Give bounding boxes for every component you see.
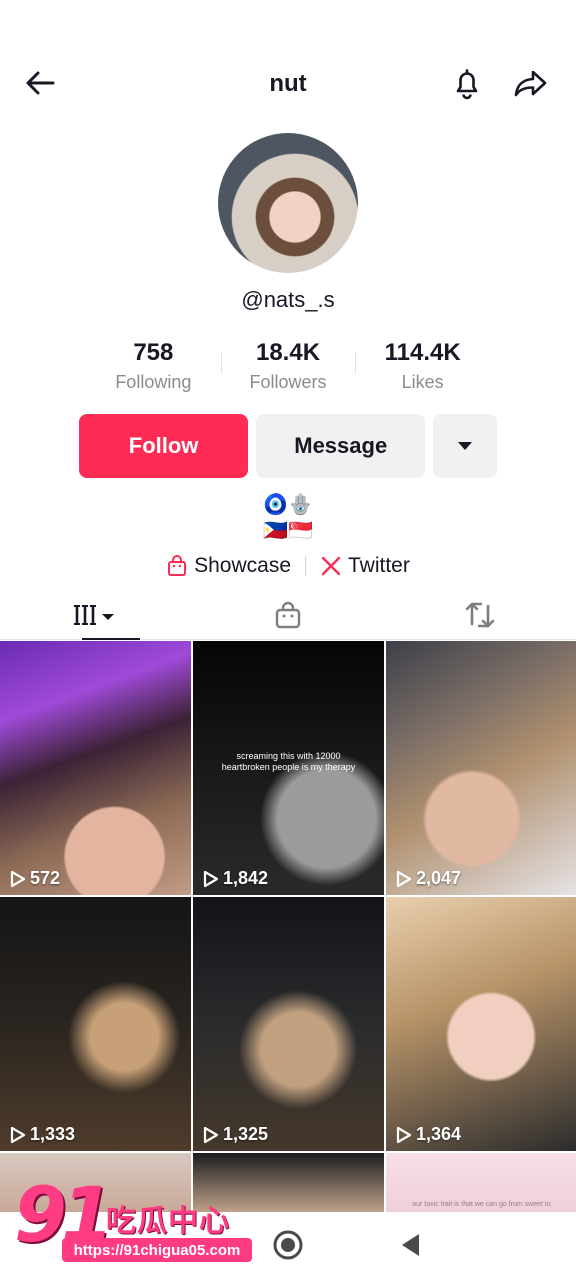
x-twitter-icon: [321, 556, 341, 576]
video-thumbnail[interactable]: 572: [0, 641, 191, 895]
message-button[interactable]: Message: [256, 414, 426, 478]
share-icon[interactable]: [509, 61, 553, 105]
stat-label: Following: [115, 372, 192, 392]
view-count-value: 572: [30, 868, 61, 888]
video-thumbnail[interactable]: 1,325: [193, 897, 384, 1151]
view-count: 2,047: [396, 868, 461, 889]
play-icon: [203, 870, 219, 887]
view-count-value: 1,842: [223, 868, 269, 888]
view-count-value: 1,333: [30, 1124, 76, 1144]
view-count: 1,333: [10, 1124, 75, 1145]
video-thumbnail[interactable]: our toxic trait is that we can go from s…: [386, 1153, 576, 1213]
video-caption: screaming this with 12000 heartbroken pe…: [221, 751, 356, 772]
stat-likes[interactable]: 114.4K Likes: [355, 338, 490, 402]
view-count-value: 1,325: [223, 1124, 269, 1144]
back-triangle-icon[interactable]: [399, 1232, 423, 1263]
profile-links: Showcase Twitter: [0, 554, 576, 578]
stat-label: Followers: [249, 372, 327, 392]
shopping-bag-icon: [168, 555, 187, 576]
view-count: 1,364: [396, 1124, 461, 1145]
username-handle: @nats_.s: [241, 287, 335, 312]
stat-following[interactable]: 758 Following: [86, 338, 221, 402]
profile-actions: Follow Message: [79, 414, 497, 478]
tab-videos[interactable]: [0, 590, 192, 640]
stat-value: 18.4K: [255, 339, 321, 366]
video-thumbnail[interactable]: 1,364: [386, 897, 576, 1151]
bio-line: 🇵🇭🇸🇬: [263, 520, 313, 542]
stat-value: 114.4K: [384, 339, 461, 366]
view-count-value: 2,047: [416, 868, 462, 888]
video-caption: our toxic trait is that we can go from s…: [412, 1201, 551, 1208]
play-icon: [10, 1126, 26, 1143]
content-tabs: [0, 590, 576, 640]
tab-showcase[interactable]: [192, 590, 384, 639]
video-grid: 572 screaming this with 12000 heartbroke…: [0, 641, 576, 1213]
follow-button[interactable]: Follow: [79, 414, 249, 478]
stat-value: 758: [133, 339, 174, 366]
avatar[interactable]: [218, 133, 358, 273]
video-thumbnail[interactable]: 1,333: [0, 897, 191, 1151]
watermark-url: https://91chigua05.com: [62, 1238, 252, 1262]
profile-stats: 758 Following 18.4K Followers 114.4K Lik…: [86, 338, 490, 402]
top-bar: nut: [0, 52, 576, 114]
showcase-link[interactable]: Showcase: [166, 554, 291, 578]
twitter-label: Twitter: [348, 554, 410, 577]
play-icon: [396, 870, 412, 887]
stat-followers[interactable]: 18.4K Followers: [220, 338, 356, 402]
twitter-link[interactable]: Twitter: [320, 554, 410, 578]
play-icon: [203, 1126, 219, 1143]
link-divider: [305, 556, 307, 576]
play-icon: [10, 870, 26, 887]
page-title: nut: [269, 70, 307, 97]
stat-label: Likes: [401, 372, 444, 392]
tab-reposts[interactable]: [384, 590, 576, 639]
watermark-logo: 91 吃瓜中心 https://91chigua05.com: [10, 1170, 252, 1266]
video-thumbnail[interactable]: screaming this with 12000 heartbroken pe…: [193, 641, 384, 895]
more-options-button[interactable]: [433, 414, 497, 478]
view-count: 1,325: [203, 1124, 268, 1145]
caret-down-icon: [458, 442, 473, 450]
home-circle-icon[interactable]: [271, 1228, 305, 1267]
video-thumbnail[interactable]: 2,047: [386, 641, 576, 895]
shopping-bag-icon: [275, 601, 301, 628]
view-count: 1,842: [203, 868, 268, 889]
bell-icon[interactable]: [445, 61, 489, 105]
bio: 🧿🪬 🇵🇭🇸🇬: [0, 492, 576, 544]
videos-grid-icon: [74, 604, 114, 625]
view-count-value: 1,364: [416, 1124, 462, 1144]
play-icon: [396, 1126, 412, 1143]
watermark-text: 吃瓜中心: [106, 1205, 230, 1238]
view-count: 572: [10, 868, 60, 889]
repost-icon: [465, 602, 495, 627]
showcase-label: Showcase: [194, 554, 292, 577]
bio-line: 🧿🪬: [263, 494, 313, 516]
